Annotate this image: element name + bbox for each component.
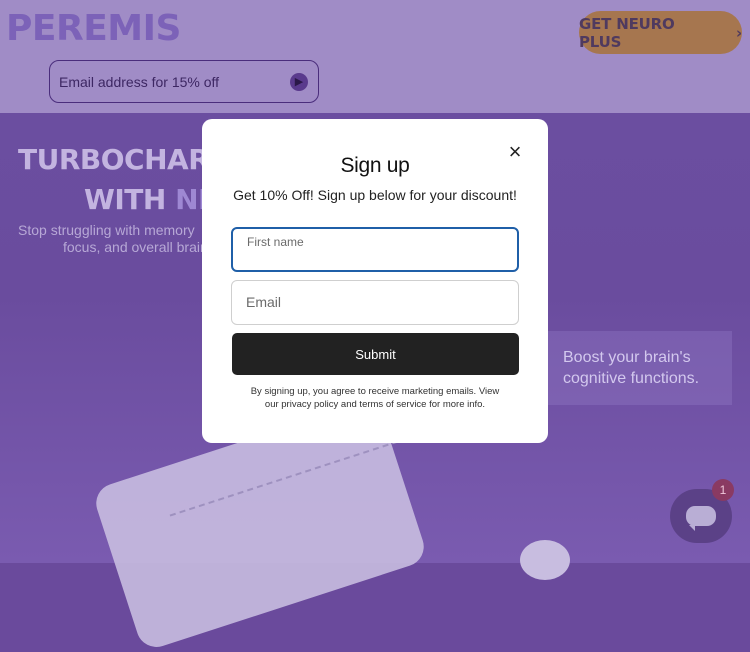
first-name-label: First name (247, 235, 304, 249)
chevron-right-icon: › (736, 23, 742, 42)
arrow-right-icon[interactable]: ▶ (290, 72, 308, 91)
signup-modal: × Sign up Get 10% Off! Sign up below for… (202, 119, 548, 443)
get-neuro-plus-button[interactable]: GET NEURO PLUS › (579, 11, 742, 54)
hero-title-prefix: WITH (84, 183, 176, 216)
email-field[interactable]: Email (231, 280, 519, 325)
chat-bubble-icon (686, 506, 716, 531)
benefit-callout-line2: cognitive functions. (563, 370, 700, 387)
site-header: PEREMIS GET NEURO PLUS › Email address f… (0, 0, 750, 113)
email-placeholder: Email address for 15% off (59, 73, 220, 90)
first-name-field[interactable]: First name (231, 227, 519, 272)
submit-button[interactable]: Submit (232, 333, 519, 375)
brand-logo[interactable]: PEREMIS (6, 8, 181, 49)
cta-label: GET NEURO PLUS (579, 14, 675, 51)
product-capsule-image (520, 540, 570, 580)
benefit-callout: Boost your brain's cognitive functions. (548, 331, 732, 405)
email-label: Email (246, 294, 282, 310)
header-email-field[interactable]: Email address for 15% off ▶ (49, 60, 319, 103)
modal-title: Sign up (340, 154, 410, 177)
modal-subtitle: Get 10% Off! Sign up below for your disc… (233, 187, 517, 203)
signup-disclaimer: By signing up, you agree to receive mark… (242, 385, 508, 411)
chat-unread-badge: 1 (712, 479, 734, 501)
disclaimer-line1: By signing up, you agree to receive mark… (250, 386, 500, 397)
benefit-callout-line1: Boost your brain's (563, 349, 691, 366)
disclaimer-line2: our privacy policy and terms of service … (264, 399, 486, 410)
chat-launcher-button[interactable]: 1 (670, 479, 734, 543)
